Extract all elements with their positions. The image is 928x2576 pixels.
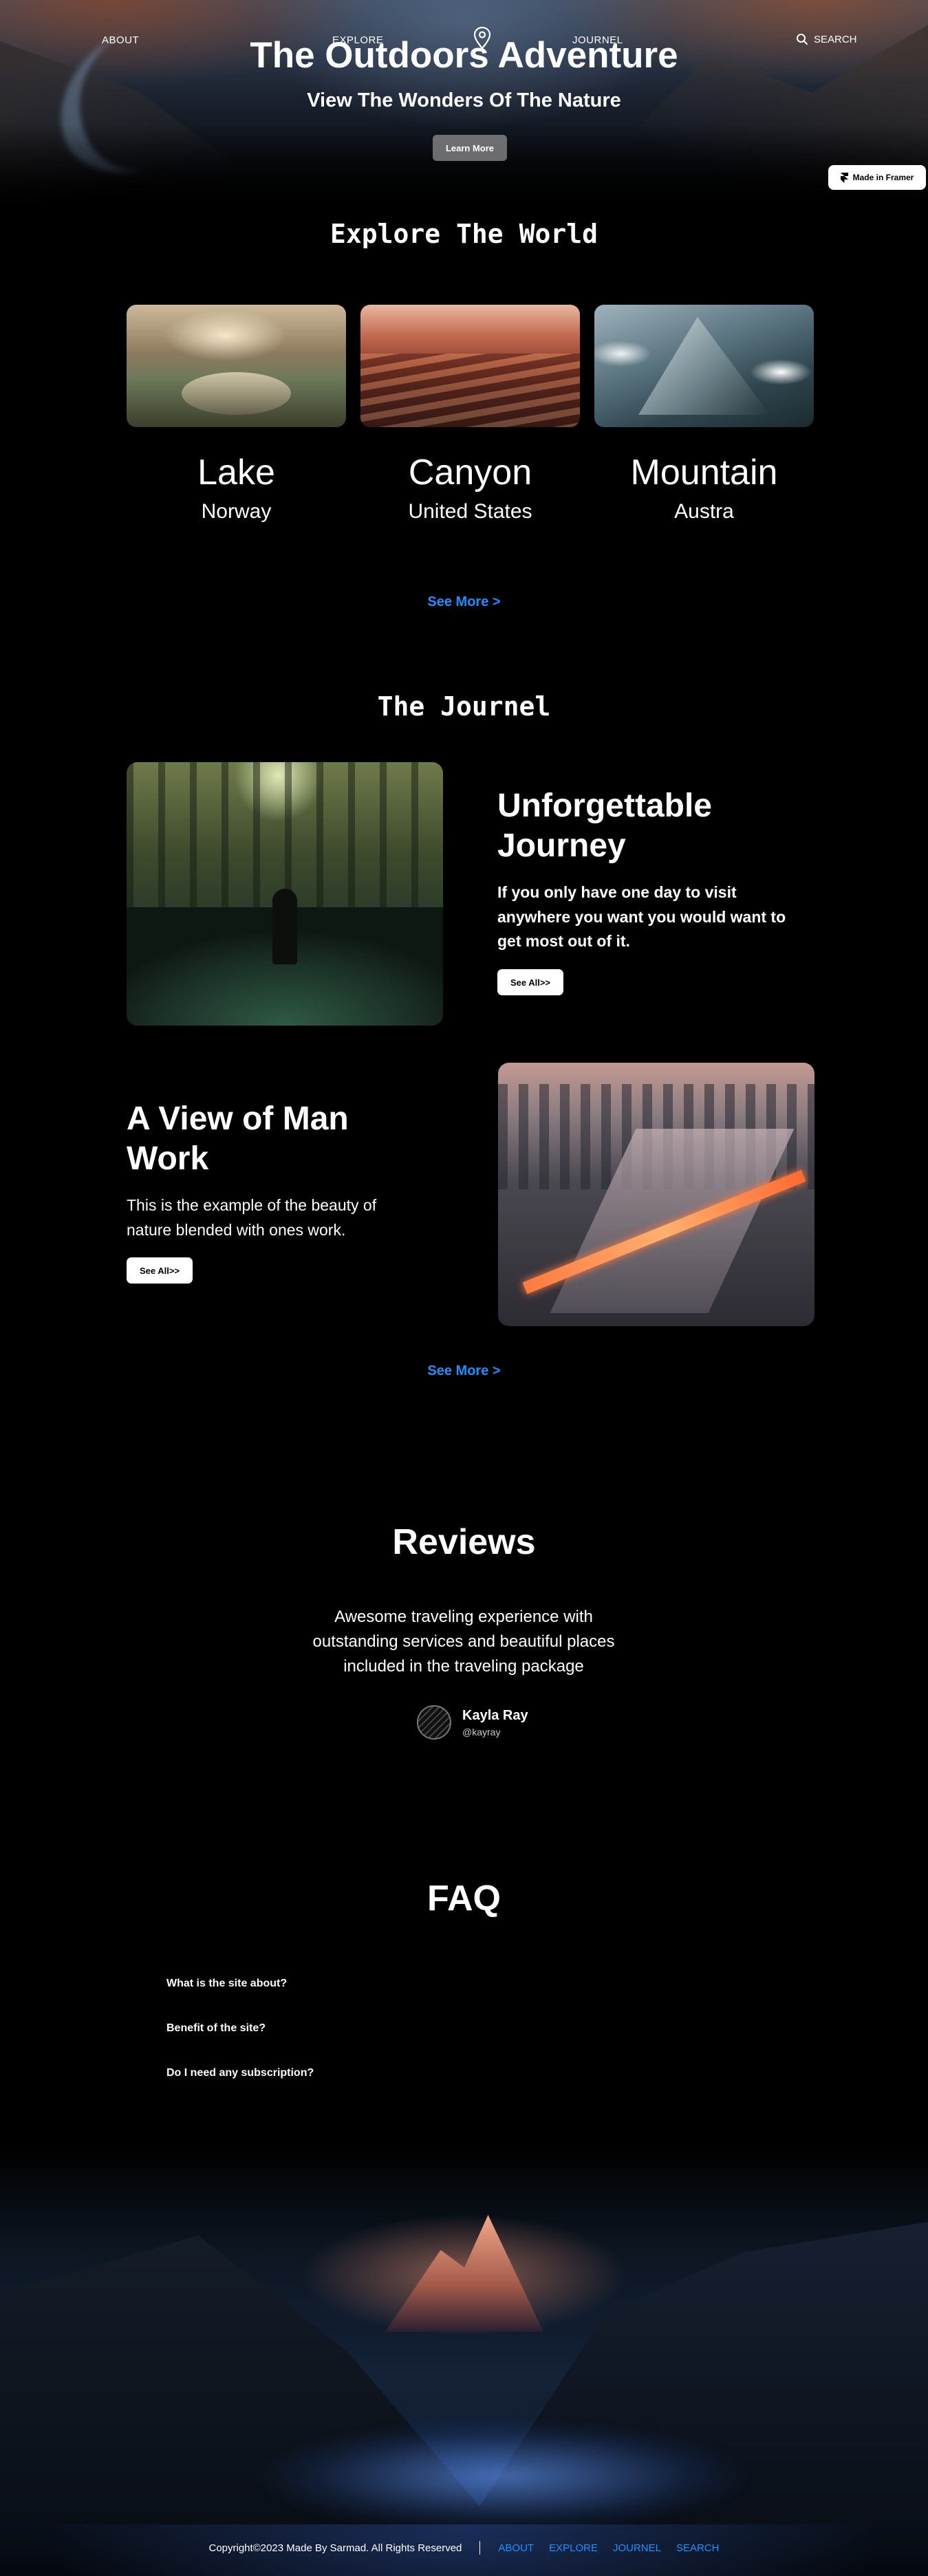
hiker-silhouette	[272, 888, 297, 964]
see-all-button[interactable]: See All>>	[127, 1257, 193, 1284]
footer-explore-link[interactable]: EXPLORE	[549, 2542, 598, 2554]
city-bridge-image	[498, 1063, 814, 1326]
destination-location: Norway	[201, 500, 272, 523]
journal-heading: A View of Man Work	[127, 1101, 349, 1177]
faq-item[interactable]: What is the site about?	[166, 1978, 287, 1990]
destination-card-mountain[interactable]: Mountain Austra	[594, 305, 814, 523]
footer-landscape	[0, 2146, 928, 2576]
destination-location: Austra	[674, 500, 734, 523]
learn-more-button[interactable]: Learn More	[433, 135, 507, 161]
avatar	[417, 1705, 451, 1740]
destination-card-lake[interactable]: Lake Norway	[127, 305, 346, 523]
canyon-image	[360, 305, 580, 427]
reviewer-name: Kayla Ray	[462, 1707, 528, 1723]
faq-item[interactable]: Do I need any subscription?	[166, 2067, 314, 2079]
explore-see-more-link[interactable]: See More >	[0, 594, 928, 610]
hero-subtitle: View The Wonders Of The Nature	[307, 89, 621, 111]
destination-name: Canyon	[408, 453, 532, 493]
destination-name: Lake	[197, 453, 275, 493]
reviews-title: Reviews	[392, 1522, 536, 1562]
journal-entry-man-work: A View of Man Work This is the example o…	[127, 1099, 416, 1284]
footer-divider	[479, 2541, 481, 2555]
made-in-framer-label: Made in Framer	[852, 173, 914, 182]
journal-entry-unforgettable: Unforgettable Journey If you only have o…	[497, 786, 786, 996]
faq-title: FAQ	[427, 1879, 501, 1918]
footer-mountain-peak	[385, 2215, 543, 2332]
journal-text: This is the example of the beauty of nat…	[127, 1196, 377, 1239]
footer-journel-link[interactable]: JOURNEL	[613, 2542, 661, 2554]
destination-location: United States	[408, 500, 532, 523]
forest-journey-image	[127, 762, 443, 1026]
mountain-image	[594, 305, 814, 427]
journal-heading: Unforgettable Journey	[497, 788, 712, 864]
faq-item[interactable]: Benefit of the site?	[166, 2022, 266, 2035]
footer-river	[193, 2407, 812, 2545]
lake-image	[127, 305, 346, 427]
destination-card-canyon[interactable]: Canyon United States	[360, 305, 580, 523]
hero-title: The Outdoors Adventure	[250, 35, 678, 76]
journel-title: The Journel	[377, 691, 551, 722]
reviewer: Kayla Ray @kayray	[417, 1705, 528, 1740]
made-in-framer-badge[interactable]: Made in Framer	[828, 165, 926, 190]
see-all-button[interactable]: See All>>	[497, 969, 563, 996]
journal-text: If you only have one day to visit anywhe…	[497, 883, 786, 951]
footer-about-link[interactable]: ABOUT	[498, 2542, 534, 2554]
reviewer-handle: @kayray	[462, 1726, 501, 1738]
journel-see-more-link[interactable]: See More >	[0, 1363, 928, 1379]
explore-title: Explore The World	[330, 219, 598, 249]
review-quote: Awesome traveling experience with outsta…	[312, 1608, 615, 1676]
framer-logo-icon	[840, 172, 848, 183]
footer-search-link[interactable]: SEARCH	[676, 2542, 720, 2554]
copyright-text: Copyright©2023 Made By Sarmad. All Right…	[208, 2542, 462, 2554]
footer-bar: Copyright©2023 Made By Sarmad. All Right…	[0, 2541, 928, 2555]
destination-name: Mountain	[630, 453, 778, 493]
